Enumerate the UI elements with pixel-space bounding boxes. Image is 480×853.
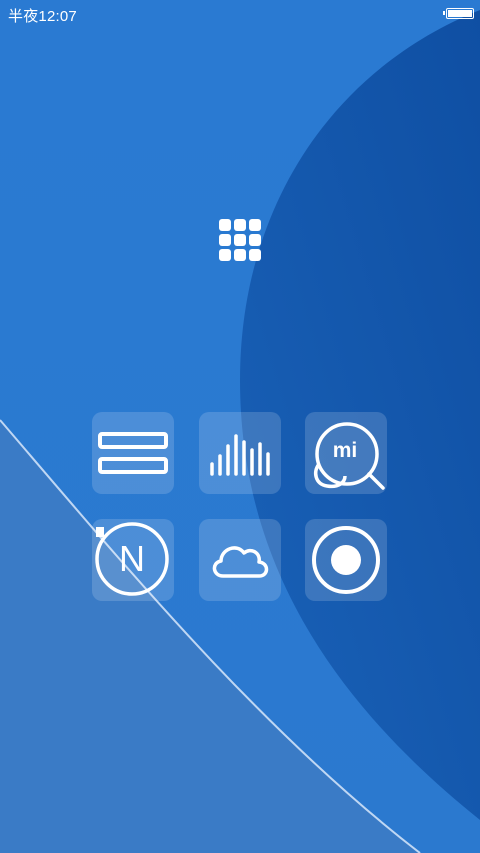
record-icon	[312, 526, 380, 594]
n-tile-label: N	[119, 538, 145, 579]
tile-equalizer[interactable]	[199, 412, 281, 494]
battery-full-icon	[443, 8, 474, 19]
cloud-icon	[212, 546, 269, 578]
tile-n[interactable]: N	[92, 519, 174, 601]
status-bar: 半夜12:07	[0, 0, 480, 28]
status-time: 半夜12:07	[8, 8, 77, 25]
app-grid-icon[interactable]	[219, 219, 261, 261]
tile-chat[interactable]: mi	[305, 412, 387, 494]
tile-record[interactable]	[305, 519, 387, 601]
chat-tile-label: mi	[332, 439, 358, 462]
list-icon	[98, 432, 168, 474]
tile-cloud[interactable]	[199, 519, 281, 601]
tile-list[interactable]	[92, 412, 174, 494]
equalizer-icon	[210, 434, 270, 476]
